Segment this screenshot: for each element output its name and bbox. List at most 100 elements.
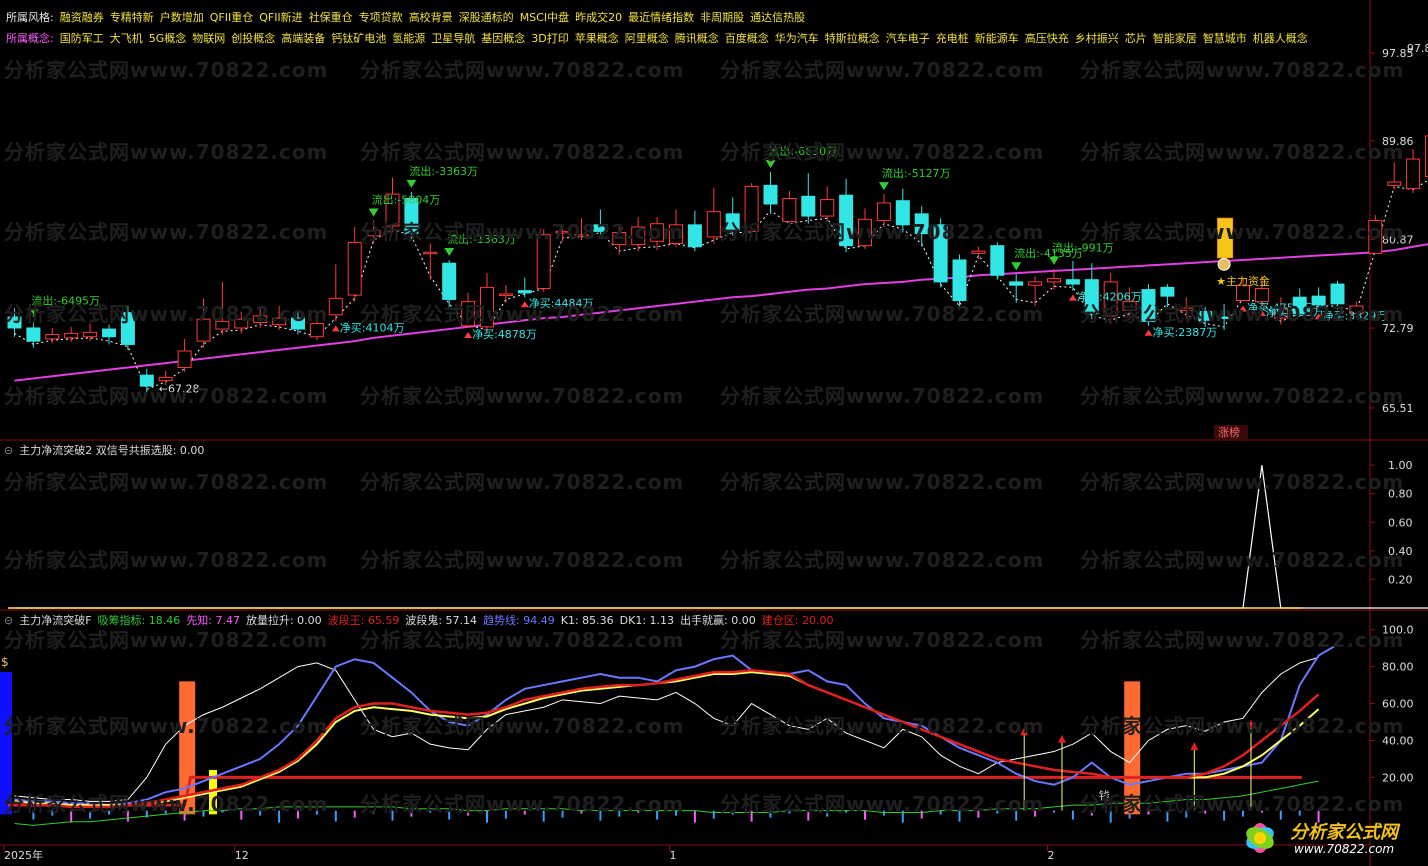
candle-body — [669, 224, 683, 244]
concept-tag[interactable]: 3D打印 — [531, 32, 568, 45]
x-tick-label: 12 — [235, 849, 249, 862]
concept-tag[interactable]: 5G概念 — [149, 32, 187, 45]
concept-tag[interactable]: 阿里概念 — [625, 32, 669, 45]
concept-tag[interactable]: 卫星导航 — [431, 32, 475, 45]
legend-item: 波段王: 65.59 — [327, 614, 400, 627]
candle-body — [347, 241, 362, 296]
style-tag[interactable]: 融资融券 — [60, 11, 104, 24]
concept-tag[interactable]: 基因概念 — [481, 32, 525, 45]
concept-tag[interactable]: 氢能源 — [392, 32, 425, 45]
outflow-arrow-icon — [1049, 256, 1059, 265]
x-tick-label: 2025年 — [4, 848, 43, 862]
concept-tag[interactable]: 智慧城市 — [1203, 32, 1247, 45]
style-tag[interactable]: 非周期股 — [700, 11, 744, 24]
candle-body — [139, 374, 154, 387]
candle-body — [858, 218, 872, 247]
concept-tag[interactable]: 苹果概念 — [575, 32, 619, 45]
style-tag[interactable]: 专精特新 — [110, 11, 154, 24]
candle-body — [725, 213, 740, 231]
style-tag[interactable]: QFII新进 — [259, 11, 302, 24]
concept-tag[interactable]: 新能源车 — [975, 32, 1019, 45]
concept-tag[interactable]: 高端装备 — [281, 32, 325, 45]
buy-signal-arrow-icon — [1190, 742, 1199, 751]
concept-tag[interactable]: 物联网 — [192, 32, 225, 45]
concept-tag[interactable]: 创投概念 — [231, 32, 275, 45]
candle-body — [744, 185, 759, 232]
candle-body — [895, 200, 910, 226]
concept-tag[interactable]: 智能家居 — [1153, 32, 1197, 45]
concept-tag[interactable]: 特斯拉概念 — [825, 32, 880, 45]
candle-body — [574, 234, 589, 237]
concept-tag[interactable]: 钙钛矿电池 — [331, 32, 386, 45]
candle-body — [801, 195, 816, 217]
style-tag[interactable]: 高校背景 — [409, 11, 453, 24]
style-row: 所属风格: 融资融券 专精特新 户数增加 QFII重仓 QFII新进 社保重仓 专项贷款 高校背… — [6, 9, 811, 25]
candle-body — [120, 312, 135, 345]
concept-tag[interactable]: 国防军工 — [60, 32, 104, 45]
money-bag-icon — [1217, 257, 1231, 271]
logo-title: 分析家公式网 — [1290, 822, 1398, 843]
candle-body — [933, 224, 948, 283]
left-volume-bar — [0, 672, 12, 815]
style-tag[interactable]: 社保重仓 — [309, 11, 353, 24]
legend-item: 趋势线: 94.49 — [483, 614, 555, 627]
candle-body — [1009, 281, 1024, 286]
candle-body — [158, 376, 173, 382]
candle-body — [876, 202, 891, 221]
breakout-bar — [1217, 217, 1234, 259]
y-tick-label: 80.00 — [1382, 661, 1414, 674]
indicator2-title-text: 主力净流突破F — [19, 614, 92, 627]
candle-body — [498, 293, 513, 296]
concept-tag[interactable]: 大飞机 — [110, 32, 143, 45]
style-tag[interactable]: 专项贷款 — [359, 11, 403, 24]
concept-tag[interactable]: 芯片 — [1125, 32, 1147, 45]
concept-tag[interactable]: 百度概念 — [725, 32, 769, 45]
legend-item: 波段鬼: 57.14 — [405, 614, 478, 627]
y-tick-label: 0.40 — [1388, 545, 1413, 558]
y-tick-label: 100.0 — [1382, 624, 1414, 637]
candle-body — [952, 259, 967, 302]
candle-body — [196, 318, 211, 342]
style-tag[interactable]: 通达信热股 — [750, 11, 805, 24]
inflow-arrow-icon — [331, 325, 340, 332]
candle-body — [612, 232, 627, 246]
candle-body — [1311, 295, 1326, 306]
style-tag[interactable]: 户数增加 — [160, 11, 204, 24]
concept-tag[interactable]: 华为汽车 — [775, 32, 819, 45]
outflow-label: 流出:-1363万 — [447, 232, 516, 246]
style-tag[interactable]: QFII重仓 — [210, 11, 253, 24]
candle-body — [26, 327, 41, 342]
candle-body — [990, 245, 1005, 276]
y-tick-label: 20.00 — [1382, 771, 1414, 784]
concept-tag[interactable]: 充电桩 — [936, 32, 969, 45]
inflow-label: 净买:4484万 — [529, 296, 594, 310]
candle-body — [7, 316, 22, 329]
candle-body — [1065, 279, 1080, 285]
inflow-label: 净买:4206万 — [1077, 290, 1142, 304]
concept-tag[interactable]: 汽车电子 — [886, 32, 930, 45]
y-tick-label: 97.85 — [1382, 47, 1414, 60]
logo-url: www.70822.com — [1294, 842, 1395, 856]
style-tag[interactable]: 深股通标的 — [459, 11, 514, 24]
outflow-arrow-icon — [368, 208, 379, 217]
concept-tag[interactable]: 乡村振兴 — [1075, 32, 1119, 45]
candle-body — [177, 350, 192, 368]
collapse-icon[interactable]: ⊝ — [4, 444, 13, 457]
candle-body — [309, 323, 324, 338]
candle-body — [215, 320, 230, 330]
concept-tag[interactable]: 机器人概念 — [1253, 32, 1308, 45]
inflow-label: 净买:3829万 — [1323, 308, 1388, 322]
inflow-label: 净买:995万 — [1266, 305, 1324, 319]
ma-line — [14, 243, 1428, 382]
collapse-icon[interactable]: ⊝ — [4, 614, 13, 627]
style-tag[interactable]: 最近情绪指数 — [628, 11, 694, 24]
concept-tag[interactable]: 高压快充 — [1025, 32, 1069, 45]
candle-body — [234, 318, 249, 329]
style-tag[interactable]: 昨成交20 — [575, 11, 622, 24]
outflow-label: 流出:-6495万 — [31, 293, 100, 307]
indicator2-title: ⊝ 主力净流突破F 吸筹指标: 18.46 先知: 7.47 放量拉升: 0.00 波段王… — [4, 612, 845, 628]
concept-tag[interactable]: 腾讯概念 — [675, 32, 719, 45]
style-tag[interactable]: MSCI中盘 — [520, 11, 569, 24]
candle-body — [83, 331, 98, 338]
outflow-arrow-icon — [406, 179, 417, 188]
